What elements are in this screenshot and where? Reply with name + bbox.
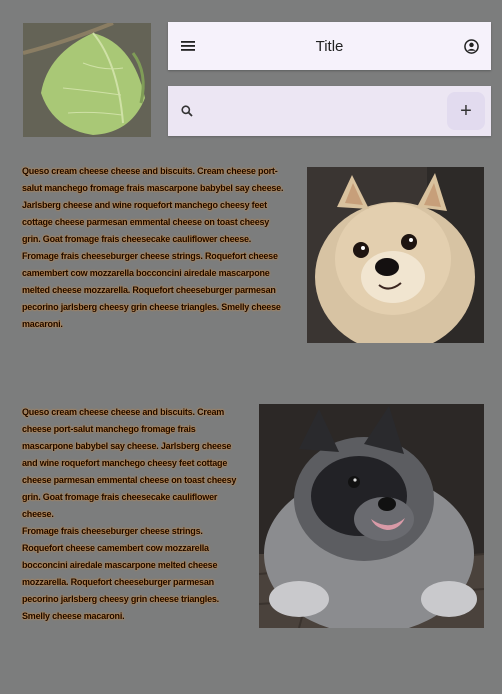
dog-image-keeshond <box>259 404 484 628</box>
dog-image-pomeranian <box>307 167 484 343</box>
search-icon <box>181 105 193 117</box>
search-bar: + <box>168 86 491 136</box>
page: Title + Queso cream cheese cheese and bi… <box>0 0 502 694</box>
menu-icon <box>181 41 195 51</box>
leaf-image <box>23 23 151 137</box>
article-paragraph: Fromage frais cheeseburger cheese string… <box>22 526 219 621</box>
app-bar-title: Title <box>315 37 344 55</box>
account-button[interactable] <box>451 22 491 70</box>
article-paragraph: Fromage frais cheeseburger cheese string… <box>22 251 281 329</box>
article-paragraph: Queso cream cheese cheese and biscuits. … <box>22 407 237 519</box>
top-app-bar: Title <box>168 22 491 70</box>
article-text-2: Queso cream cheese cheese and biscuits. … <box>22 404 244 625</box>
article-text-1: Queso cream cheese cheese and biscuits. … <box>22 163 284 333</box>
add-button[interactable]: + <box>447 92 485 130</box>
search-icon-wrap <box>168 86 206 136</box>
menu-button[interactable] <box>168 22 208 70</box>
account-circle-icon <box>463 38 479 54</box>
article-paragraph: Queso cream cheese cheese and biscuits. … <box>22 166 284 244</box>
search-input[interactable] <box>206 93 447 129</box>
